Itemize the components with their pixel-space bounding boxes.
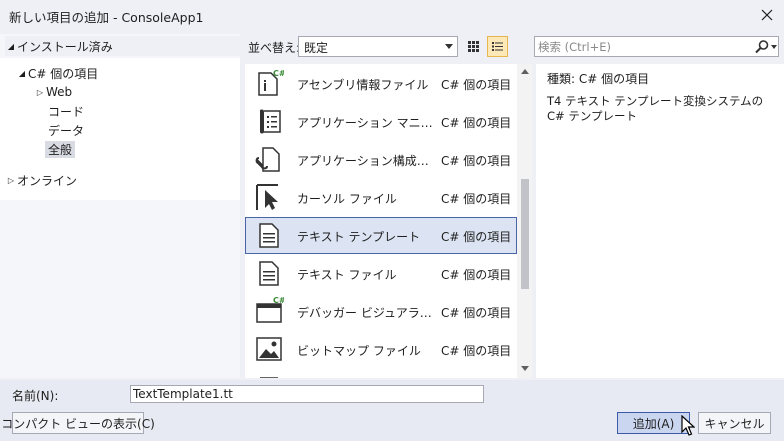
add-button[interactable]: 追加(A): [617, 412, 690, 434]
detail-type: 種類: C# 個の項目: [547, 70, 649, 87]
small-icons-view-button[interactable]: [463, 36, 484, 57]
template-name: カーソル ファイル: [297, 192, 397, 206]
template-name: アセンブリ情報ファイル: [297, 78, 429, 92]
svg-text:C#: C#: [273, 69, 284, 78]
tree-section-online[interactable]: ▷ オンライン: [5, 171, 240, 189]
sort-dropdown[interactable]: 既定: [298, 36, 458, 57]
tree-section-installed[interactable]: ◢ インストール済み: [5, 36, 240, 56]
scroll-down-arrow-icon[interactable]: [521, 366, 529, 371]
cursor-file-icon: [256, 184, 278, 210]
compact-view-button[interactable]: コンパクト ビューの表示(C): [1, 412, 155, 434]
scroll-thumb[interactable]: [521, 179, 529, 289]
template-item-partial: [245, 369, 517, 378]
manifest-icon: [260, 109, 281, 134]
tree-label-general: 全般: [45, 140, 76, 158]
search-input[interactable]: [538, 38, 750, 55]
assembly-info-icon: C#: [258, 69, 284, 96]
template-category: C# 個の項目: [441, 116, 512, 130]
list-view-button[interactable]: [487, 36, 508, 57]
template-name: テキスト テンプレート: [297, 230, 421, 244]
details-panel: 種類: C# 個の項目 T4 テキスト テンプレート変換システムの C# テンプ…: [536, 64, 784, 378]
window-title: 新しい項目の追加 - ConsoleApp1: [9, 10, 204, 25]
detail-description: T4 テキスト テンプレート変換システムの C# テンプレート: [547, 94, 764, 123]
template-name: テキスト ファイル: [297, 268, 397, 282]
bitmap-file-icon: [256, 337, 282, 361]
file-icon: [260, 377, 278, 378]
template-category: C# 個の項目: [441, 230, 512, 244]
template-name: ビットマップ ファイル: [297, 344, 421, 358]
template-list: C# アセンブリ情報ファイル C# 個の項目 アプリケーション マニフェスト フ…: [245, 64, 532, 378]
text-file-icon: [259, 261, 279, 286]
sort-value: 既定: [304, 41, 329, 55]
template-item-manifest[interactable]: アプリケーション マニフェスト ファイル C# 個の項目: [245, 103, 517, 140]
tree-node-web[interactable]: ▷ Web: [34, 83, 72, 101]
template-category: C# 個の項目: [441, 154, 512, 168]
template-item-bitmap-file[interactable]: ビットマップ ファイル C# 個の項目: [245, 331, 517, 368]
template-name: アプリケーション構成ファイル: [297, 154, 439, 168]
template-item-config[interactable]: アプリケーション構成ファイル C# 個の項目: [245, 141, 517, 178]
mouse-pointer-icon: [681, 415, 695, 436]
category-tree-panel: ◢ インストール済み ◢ C# 個の項目 ▷ Web コード データ 全般 ▷ …: [0, 34, 240, 378]
scroll-up-arrow-icon[interactable]: [521, 69, 529, 74]
bottom-bar: 名前(N): コンパクト ビューの表示(C) 追加(A) キャンセル: [0, 380, 784, 441]
grid-icon: [468, 41, 479, 52]
tree-label-csharp: C# 個の項目: [28, 66, 99, 81]
tree-label-data: データ: [48, 123, 85, 138]
template-category: C# 個の項目: [441, 78, 512, 92]
name-input[interactable]: [130, 385, 484, 403]
search-box: [534, 36, 779, 57]
tree-node-general[interactable]: 全般: [45, 140, 76, 158]
template-category: C# 個の項目: [441, 306, 512, 320]
sort-label: 並べ替え:: [248, 41, 301, 55]
name-label: 名前(N):: [12, 389, 59, 403]
chevron-down-icon: [445, 44, 453, 49]
close-button[interactable]: [756, 4, 778, 26]
close-icon: [761, 9, 773, 21]
template-category: C# 個の項目: [441, 344, 512, 358]
template-name: デバッガー ビジュアライザー: [297, 306, 439, 320]
cancel-button[interactable]: キャンセル: [698, 412, 771, 434]
template-name: アプリケーション マニフェスト ファイル: [297, 116, 439, 130]
template-category: C# 個の項目: [441, 192, 512, 206]
template-category: C# 個の項目: [441, 268, 512, 282]
detail-type-label: 種類:: [547, 72, 576, 86]
list-icon: [492, 42, 503, 51]
tree-node-csharp[interactable]: ◢ C# 個の項目: [16, 64, 98, 82]
expanded-arrow-icon: ◢: [7, 41, 15, 51]
collapsed-arrow-icon: ▷: [7, 175, 15, 185]
title-bar: 新しい項目の追加 - ConsoleApp1: [0, 0, 784, 30]
tree-label-web: Web: [46, 85, 73, 99]
config-file-icon: [255, 147, 280, 172]
detail-type-value: C# 個の項目: [578, 72, 650, 86]
search-icon[interactable]: [754, 39, 770, 55]
search-options-icon[interactable]: [771, 45, 777, 49]
tree-label-online: オンライン: [17, 173, 78, 188]
template-item-assembly-info[interactable]: C# アセンブリ情報ファイル C# 個の項目: [245, 65, 517, 102]
list-scrollbar[interactable]: [517, 64, 532, 378]
tree-node-code[interactable]: コード: [48, 102, 84, 120]
expanded-arrow-icon: ◢: [18, 68, 26, 78]
debugger-visualizer-icon: C#: [256, 296, 284, 323]
tree-node-data[interactable]: データ: [48, 121, 84, 139]
svg-text:C#: C#: [273, 296, 284, 305]
template-item-cursor-file[interactable]: カーソル ファイル C# 個の項目: [245, 179, 517, 216]
template-item-text-template[interactable]: テキスト テンプレート C# 個の項目: [245, 217, 517, 254]
text-template-icon: [259, 223, 279, 248]
template-item-text-file[interactable]: テキスト ファイル C# 個の項目: [245, 255, 517, 292]
collapsed-arrow-icon: ▷: [36, 87, 44, 97]
tree-label-code: コード: [48, 104, 85, 119]
tree-label-installed: インストール済み: [17, 39, 113, 54]
template-item-debugger-visualizer[interactable]: C# デバッガー ビジュアライザー C# 個の項目: [245, 293, 517, 330]
